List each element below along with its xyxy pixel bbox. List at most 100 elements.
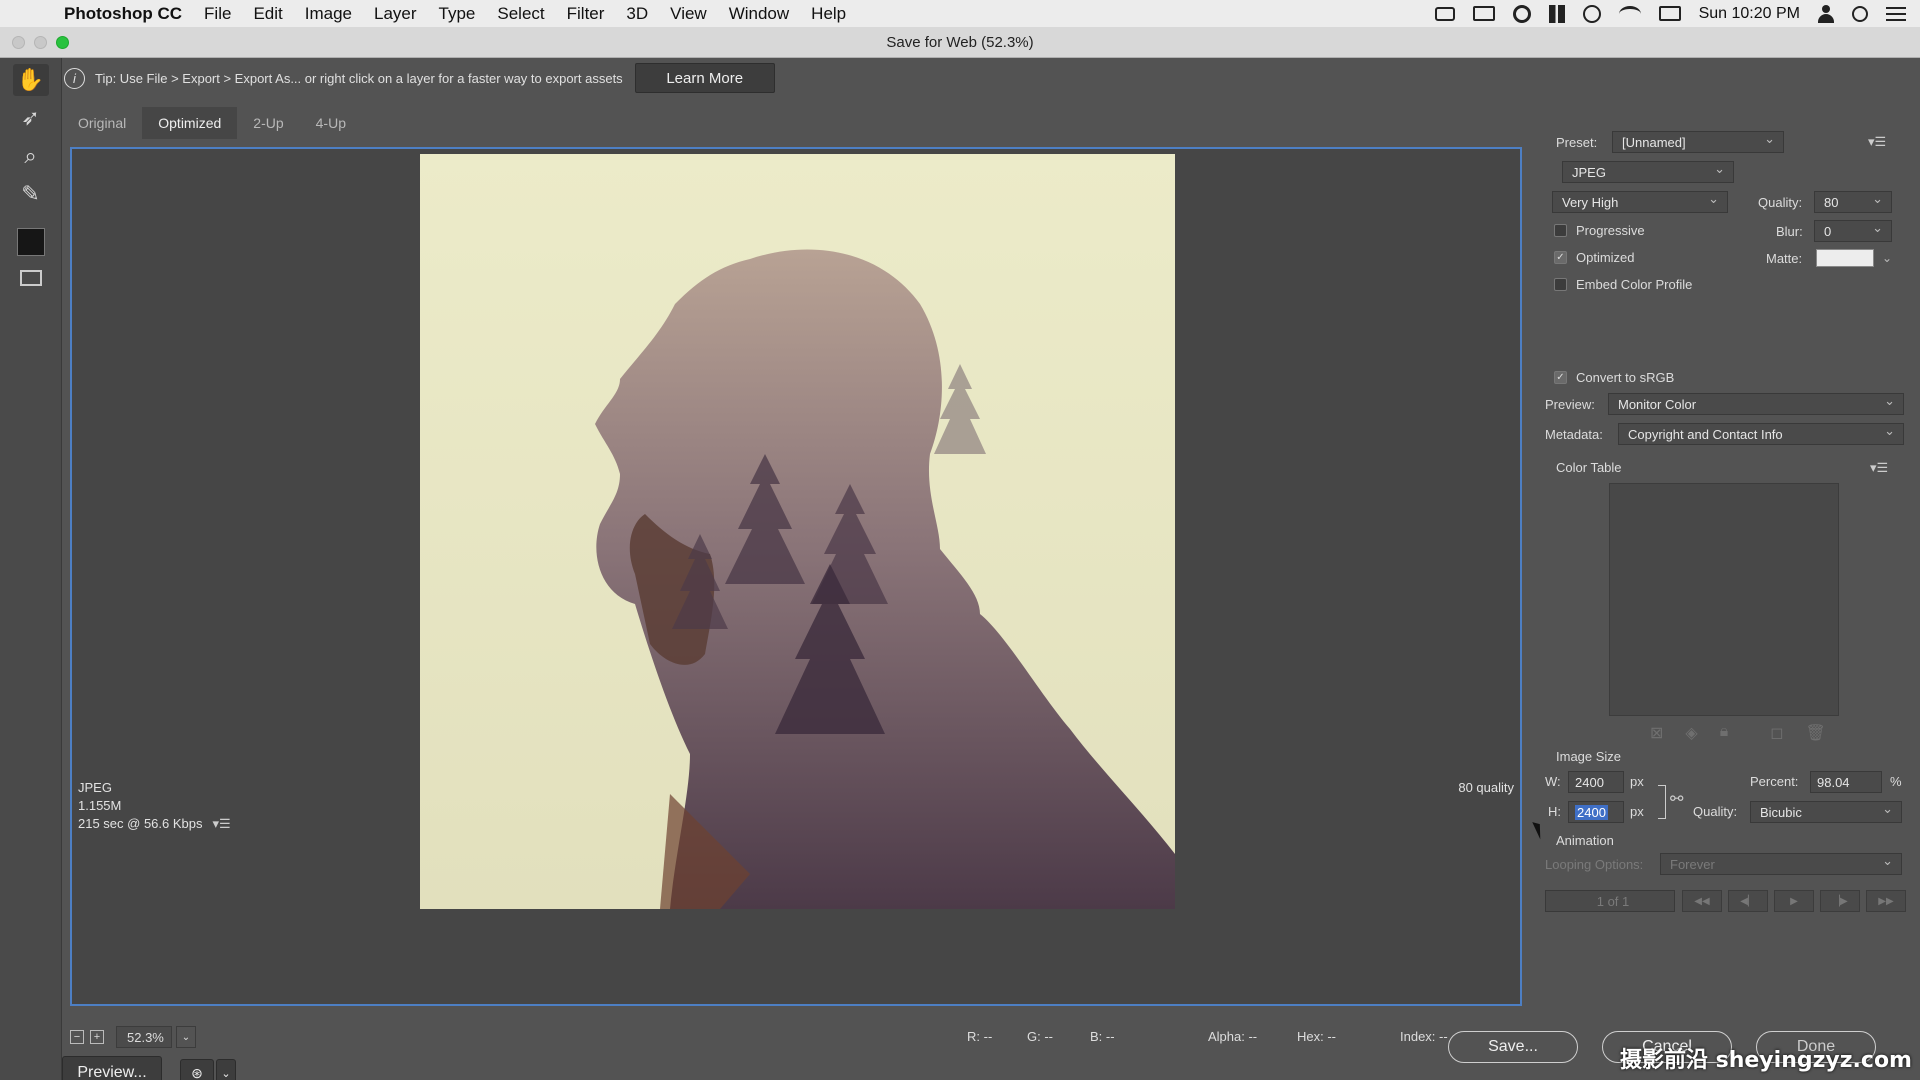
width-unit: px — [1630, 774, 1644, 789]
blue-readout: B: -- — [1090, 1029, 1115, 1044]
optimized-checkbox[interactable]: ✓ — [1554, 251, 1567, 264]
embed-color-profile-checkbox[interactable] — [1554, 278, 1567, 291]
bottom-bar: Preview... ⊛ ⌄ — [62, 1055, 236, 1080]
preview-canvas[interactable]: JPEG 1.155M 215 sec @ 56.6 Kbps ▾☰ 80 qua… — [70, 147, 1522, 1006]
menu-window[interactable]: Window — [729, 4, 789, 24]
matte-dropdown-icon[interactable]: ⌄ — [1882, 251, 1892, 265]
menu-help[interactable]: Help — [811, 4, 846, 24]
preset-label: Preset: — [1556, 134, 1598, 150]
zoom-out-icon[interactable]: − — [70, 1030, 84, 1044]
tab-2-up[interactable]: 2-Up — [237, 107, 299, 139]
download-speed-menu-icon[interactable]: ▾☰ — [213, 815, 231, 833]
learn-more-button[interactable]: Learn More — [634, 63, 775, 93]
hand-tool-icon[interactable]: ✋ — [12, 64, 49, 96]
web-shift-icon[interactable]: ◈ — [1685, 723, 1697, 743]
slice-select-tool-icon[interactable]: ➶ — [13, 102, 49, 134]
tip-bar: i Tip: Use File > Export > Export As... … — [62, 58, 1920, 98]
wifi-icon[interactable] — [1618, 5, 1641, 22]
zoom-window-button[interactable] — [56, 36, 69, 49]
optimized-info: JPEG 1.155M 215 sec @ 56.6 Kbps ▾☰ — [78, 779, 231, 833]
quality-label: Quality: — [1758, 195, 1803, 210]
looping-options-dropdown[interactable]: Forever — [1660, 853, 1902, 875]
matte-color-swatch[interactable] — [1816, 249, 1874, 267]
new-color-icon[interactable]: ◻ — [1770, 723, 1783, 743]
next-frame-icon[interactable]: ▕▶ — [1820, 890, 1860, 912]
preview-color-dropdown[interactable]: Monitor Color — [1608, 393, 1904, 415]
preview-in-browser-button[interactable]: Preview... — [62, 1056, 162, 1080]
menu-image[interactable]: Image — [305, 4, 352, 24]
app-menu[interactable]: Photoshop CC — [64, 4, 182, 24]
metadata-dropdown[interactable]: Copyright and Contact Info — [1618, 423, 1904, 445]
play-icon[interactable]: ▶ — [1774, 890, 1814, 912]
time-machine-icon[interactable] — [1582, 4, 1601, 23]
optimized-label: Optimized — [1576, 250, 1635, 265]
optimized-format: JPEG — [78, 780, 112, 795]
tab-4-up[interactable]: 4-Up — [300, 107, 362, 139]
link-proportions-icon[interactable]: ⚯ — [1670, 789, 1683, 809]
image-size-label: Image Size — [1556, 749, 1622, 764]
eyedropper-color-swatch[interactable] — [16, 228, 45, 256]
optimize-menu-icon[interactable]: ▾☰ — [1868, 134, 1886, 150]
eyedropper-tool-icon[interactable]: ✎ — [13, 178, 49, 210]
previous-frame-icon[interactable]: ◀▏ — [1728, 890, 1768, 912]
status-bar: − + 52.3% ⌄ R: -- G: -- B: -- Alpha: -- … — [62, 1023, 1530, 1051]
minimize-window-button[interactable] — [34, 36, 47, 49]
delete-color-icon[interactable]: 🗑︎ — [1806, 723, 1826, 743]
tab-optimized[interactable]: Optimized — [142, 107, 238, 139]
save-button[interactable]: Save... — [1448, 1031, 1578, 1063]
map-colors-icon[interactable]: ⊠ — [1650, 723, 1663, 743]
airplay-icon[interactable] — [1658, 6, 1681, 21]
menu-type[interactable]: Type — [439, 4, 476, 24]
color-table-menu-icon[interactable]: ▾☰ — [1870, 460, 1888, 476]
first-frame-icon[interactable]: ◀◀ — [1682, 890, 1722, 912]
quality-field[interactable]: 80 — [1814, 191, 1892, 213]
preset-dropdown[interactable]: [Unnamed] — [1612, 131, 1784, 153]
convert-to-srgb-checkbox[interactable]: ✓ — [1554, 371, 1567, 384]
user-icon[interactable] — [1818, 4, 1834, 23]
preview-label: Preview: — [1545, 397, 1595, 412]
toggle-slices-icon[interactable] — [13, 262, 49, 294]
window-title: Save for Web (52.3%) — [886, 33, 1034, 51]
menu-view[interactable]: View — [670, 4, 707, 24]
percent-label: Percent: — [1750, 774, 1799, 789]
last-frame-icon[interactable]: ▶▶ — [1866, 890, 1906, 912]
compression-quality-dropdown[interactable]: Very High — [1552, 191, 1728, 213]
color-table[interactable] — [1609, 483, 1839, 716]
height-field[interactable]: 2400 — [1568, 801, 1624, 823]
zoom-in-icon[interactable]: + — [90, 1030, 104, 1044]
blur-field[interactable]: 0 — [1814, 220, 1892, 242]
quality-info: 80 quality — [1458, 780, 1514, 795]
creative-cloud-icon[interactable] — [1512, 4, 1531, 23]
progressive-label: Progressive — [1576, 223, 1645, 238]
zoom-tool-icon[interactable]: ⌕ — [13, 140, 49, 172]
notification-center-icon[interactable] — [1886, 6, 1906, 21]
blur-label: Blur: — [1776, 224, 1803, 239]
menu-layer[interactable]: Layer — [374, 4, 417, 24]
menu-3d[interactable]: 3D — [626, 4, 648, 24]
constrain-bracket — [1658, 785, 1666, 819]
mouse-cursor — [1532, 819, 1546, 840]
screen-record-icon[interactable] — [1434, 6, 1455, 21]
zoom-dropdown-icon[interactable]: ⌄ — [176, 1026, 196, 1048]
file-format-dropdown[interactable]: JPEG — [1562, 161, 1734, 183]
browser-dropdown-icon[interactable]: ⌄ — [216, 1059, 236, 1080]
resample-quality-dropdown[interactable]: Bicubic — [1750, 801, 1902, 823]
display-icon[interactable] — [1472, 6, 1495, 21]
browser-icon[interactable]: ⊛ — [180, 1059, 214, 1080]
menu-file[interactable]: File — [204, 4, 231, 24]
menu-edit[interactable]: Edit — [253, 4, 282, 24]
save-for-web-dialog: Save for Web (52.3%) ✋ ➶ ⌕ ✎ i Tip: Use … — [0, 27, 1920, 1080]
close-window-button[interactable] — [12, 36, 25, 49]
zoom-level-field[interactable]: 52.3% — [116, 1026, 172, 1048]
tab-original[interactable]: Original — [62, 107, 142, 139]
width-field[interactable]: 2400 — [1568, 771, 1624, 793]
spotlight-search-icon[interactable] — [1852, 5, 1868, 22]
menu-select[interactable]: Select — [497, 4, 544, 24]
menu-filter[interactable]: Filter — [567, 4, 605, 24]
lock-color-icon[interactable]: 🔒︎ — [1720, 723, 1729, 743]
clock[interactable]: Sun 10:20 PM — [1699, 5, 1800, 23]
app-status-icon[interactable] — [1548, 4, 1565, 23]
percent-field[interactable]: 98.04 — [1810, 771, 1882, 793]
color-table-label: Color Table — [1556, 460, 1622, 475]
progressive-checkbox[interactable] — [1554, 224, 1567, 237]
